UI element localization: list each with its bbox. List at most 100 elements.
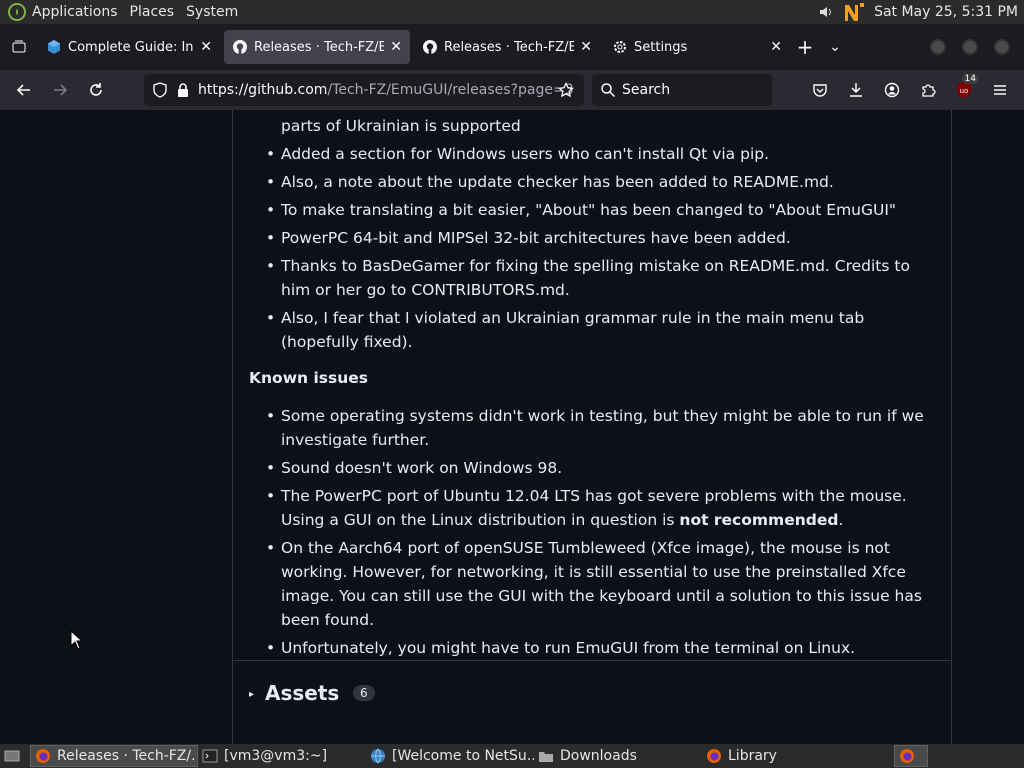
gear-icon — [614, 41, 626, 53]
svg-text:uo: uo — [960, 87, 969, 95]
clock[interactable]: Sat May 25, 5:31 PM — [874, 4, 1018, 20]
close-tab-icon[interactable]: ✕ — [200, 39, 212, 55]
hamburger-menu-icon — [994, 85, 1006, 95]
maximize-button[interactable] — [962, 39, 978, 55]
extensions-button[interactable] — [912, 74, 944, 106]
task-title: Library — [728, 748, 777, 764]
close-window-button[interactable] — [994, 39, 1010, 55]
cube-icon — [48, 40, 60, 54]
account-button[interactable] — [876, 74, 908, 106]
disclosure-triangle-icon[interactable]: ▸ — [249, 689, 254, 700]
list-item: Also, I fear that I violated an Ukrainia… — [249, 306, 939, 354]
show-desktop-button[interactable] — [0, 745, 30, 767]
close-tab-icon[interactable]: ✕ — [390, 39, 402, 55]
system-top-panel: Applications Places System Sat May 25, 5… — [0, 0, 1024, 24]
forward-button[interactable] — [42, 74, 78, 106]
issue-text-end: . — [838, 511, 844, 529]
task-firefox-releases[interactable]: Releases · Tech-FZ/... — [30, 745, 198, 767]
issues-list: Some operating systems didn't work in te… — [249, 404, 939, 660]
release-notes: The most of EmuGUI is now translated int… — [249, 110, 939, 664]
volume-icon[interactable] — [818, 4, 834, 20]
back-button[interactable] — [6, 74, 42, 106]
tab-title: Releases · Tech-FZ/Em — [444, 39, 575, 55]
tab-title: Releases · Tech-FZ/Em — [254, 39, 385, 55]
firefox-icon — [900, 749, 914, 763]
task-netsurf[interactable]: [Welcome to NetSu... — [366, 745, 534, 767]
assets-heading[interactable]: Assets — [265, 681, 339, 705]
system-menu[interactable]: System — [180, 0, 244, 24]
terminal-icon — [202, 749, 218, 763]
pocket-button[interactable] — [804, 74, 836, 106]
tab-list-button[interactable] — [0, 30, 38, 64]
puzzle-icon — [922, 84, 936, 97]
firefox-icon — [36, 749, 50, 763]
url-host: https://github.com — [198, 82, 328, 98]
emphasis-text: not recommended — [679, 511, 839, 529]
chevron-down-icon[interactable]: ⌄ — [820, 39, 850, 55]
list-item: On the Aarch64 port of openSUSE Tumblewe… — [249, 536, 939, 632]
mate-logo-icon[interactable] — [8, 3, 26, 21]
lock-icon[interactable] — [176, 82, 190, 98]
assets-section[interactable]: ▸ Assets 6 — [233, 660, 951, 730]
search-bar[interactable]: Search — [592, 74, 772, 106]
task-title: [vm3@vm3:~] — [224, 748, 328, 764]
release-card: The most of EmuGUI is now translated int… — [232, 110, 952, 744]
url-path: /Tech-FZ/EmuGUI/releases?page=3 — [327, 82, 574, 98]
list-item: Added a section for Windows users who ca… — [249, 142, 939, 166]
list-item: The PowerPC port of Ubuntu 12.04 LTS has… — [249, 484, 939, 532]
pocket-icon — [813, 84, 827, 97]
assets-count-badge: 6 — [353, 685, 375, 701]
search-icon — [601, 83, 616, 98]
list-item: PowerPC 64-bit and MIPSel 32-bit archite… — [249, 226, 939, 250]
task-terminal[interactable]: [vm3@vm3:~] — [198, 745, 366, 767]
tab-title: Complete Guide: Insta — [68, 39, 194, 55]
navigation-toolbar: https://github.com/Tech-FZ/EmuGUI/releas… — [0, 70, 1024, 110]
workspace-switcher[interactable] — [894, 745, 928, 767]
list-item: Unfortunately, you might have to run Emu… — [249, 636, 939, 660]
task-downloads[interactable]: Downloads — [534, 745, 702, 767]
ublock-button[interactable]: uo 14 — [948, 74, 980, 106]
tab-list-icon — [12, 40, 26, 53]
list-item: Also, a note about the update checker ha… — [249, 170, 939, 194]
changes-list: The most of EmuGUI is now translated int… — [249, 110, 939, 354]
reload-button[interactable] — [78, 74, 114, 106]
list-item: Some operating systems didn't work in te… — [249, 404, 939, 452]
known-issues-heading: Known issues — [249, 369, 368, 387]
firefox-icon — [707, 749, 721, 763]
tab-releases[interactable]: Releases · Tech-FZ/Em ✕ — [414, 30, 600, 64]
star-icon[interactable] — [558, 82, 574, 98]
list-item: The most of EmuGUI is now translated int… — [249, 110, 939, 138]
download-icon — [850, 83, 862, 97]
tab-bar: Complete Guide: Insta ✕ Releases · Tech-… — [0, 24, 1024, 70]
list-item: Thanks to BasDeGamer for fixing the spel… — [249, 254, 939, 302]
github-icon — [423, 40, 437, 54]
search-placeholder: Search — [622, 82, 671, 98]
arrow-left-icon — [16, 84, 30, 96]
downloads-button[interactable] — [840, 74, 872, 106]
page-content: The most of EmuGUI is now translated int… — [0, 110, 1024, 744]
close-tab-icon[interactable]: ✕ — [580, 39, 592, 55]
places-menu[interactable]: Places — [124, 0, 181, 24]
shield-icon[interactable] — [152, 82, 168, 98]
network-manager-icon[interactable] — [842, 1, 866, 23]
taskbar: Releases · Tech-FZ/... [vm3@vm3:~] [Welc… — [0, 744, 1024, 768]
tab-title: Settings — [634, 39, 688, 55]
globe-icon — [371, 748, 385, 764]
list-item: To make translating a bit easier, "About… — [249, 198, 939, 222]
task-title: [Welcome to NetSu... — [392, 748, 534, 764]
tab-releases-active[interactable]: Releases · Tech-FZ/Em ✕ — [224, 30, 410, 64]
task-title: Releases · Tech-FZ/... — [57, 748, 198, 764]
address-bar[interactable]: https://github.com/Tech-FZ/EmuGUI/releas… — [144, 74, 584, 106]
tab-complete-guide[interactable]: Complete Guide: Insta ✕ — [38, 30, 220, 64]
list-item: Sound doesn't work on Windows 98. — [249, 456, 939, 480]
minimize-button[interactable] — [930, 39, 946, 55]
new-tab-button[interactable]: + — [790, 35, 820, 59]
extension-badge: 14 — [961, 74, 979, 84]
applications-menu[interactable]: Applications — [26, 0, 124, 24]
app-menu-button[interactable] — [984, 74, 1016, 106]
close-tab-icon[interactable]: ✕ — [770, 39, 782, 55]
task-library[interactable]: Library — [702, 745, 882, 767]
url-text: https://github.com/Tech-FZ/EmuGUI/releas… — [198, 82, 574, 98]
mouse-cursor-icon — [70, 630, 84, 650]
tab-settings[interactable]: Settings ✕ — [604, 30, 790, 64]
